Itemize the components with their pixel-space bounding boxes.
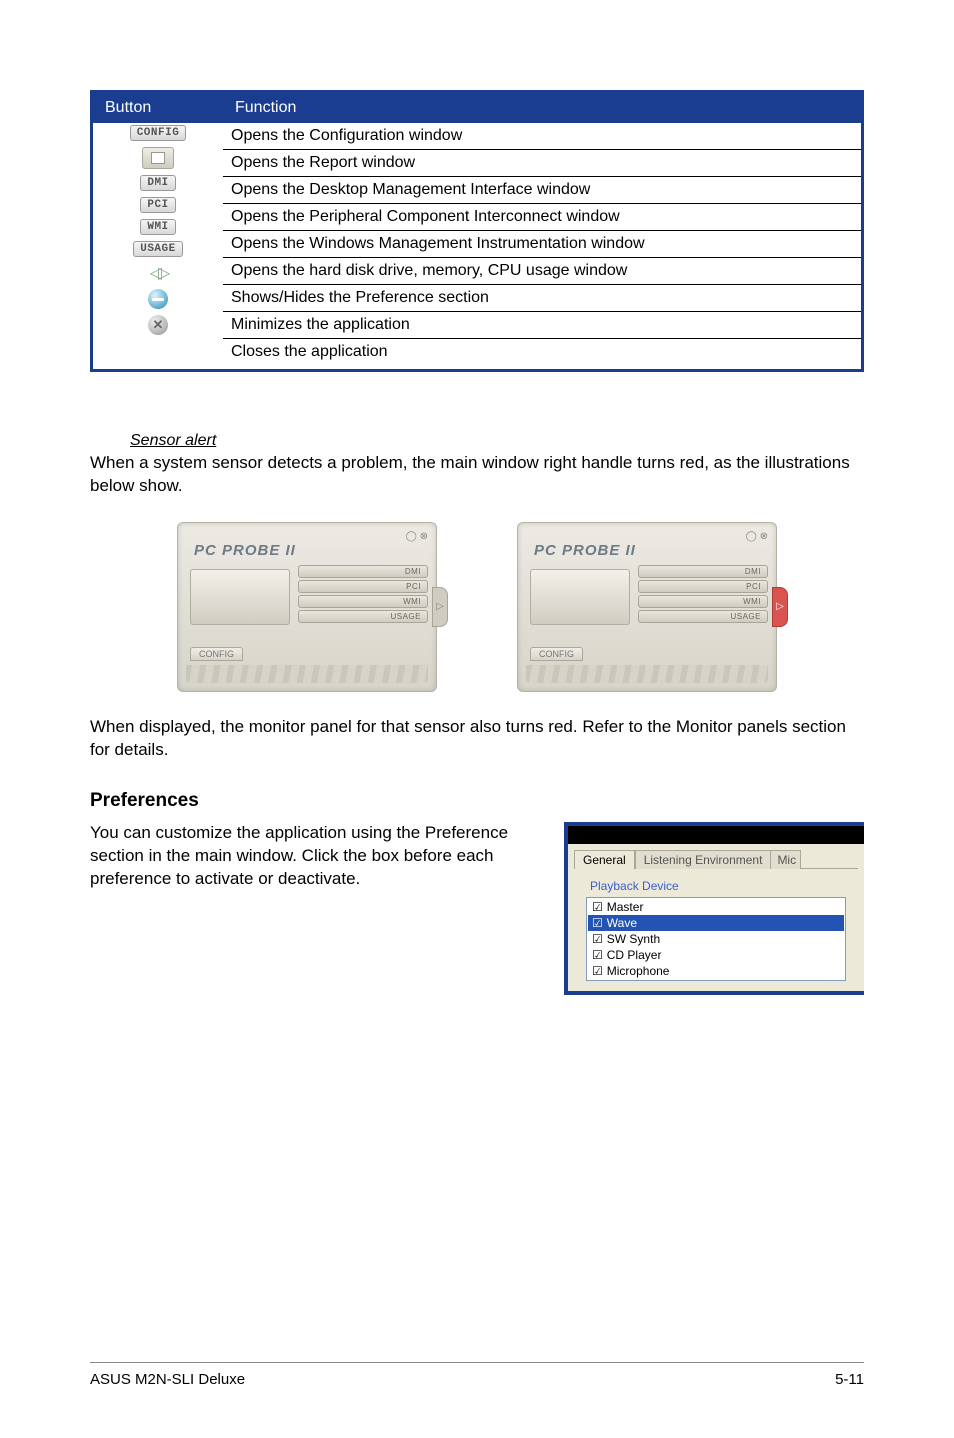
fn-usage: Opens the hard disk drive, memory, CPU u… xyxy=(223,258,861,285)
list-item-wave[interactable]: Wave xyxy=(588,915,844,931)
illustration-row: ◯ ⊗ PC PROBE II DMI PCI WMI USAGE CONFIG… xyxy=(90,522,864,692)
probe-logo xyxy=(190,569,290,625)
usage-icon: USAGE xyxy=(133,241,183,257)
button-function-table-wrapper: Button Function CONFIG DMI PCI WMI USAGE xyxy=(90,93,864,372)
probe-btn-usage: USAGE xyxy=(298,610,428,623)
probe-top-icons: ◯ ⊗ xyxy=(186,531,428,542)
group-playback-device: Playback Device xyxy=(590,879,850,893)
fn-minimize: Minimizes the application xyxy=(223,312,861,339)
header-function: Function xyxy=(223,93,861,123)
prefs-titlebar xyxy=(568,826,864,844)
list-item-microphone[interactable]: Microphone xyxy=(588,963,844,979)
tab-general[interactable]: General xyxy=(574,850,635,869)
probe-stripes-2 xyxy=(526,665,768,683)
fn-wmi: Opens the Windows Management Instrumenta… xyxy=(223,231,861,258)
probe-btn-pci-2: PCI xyxy=(638,580,768,593)
probe-handle-normal: ▷ xyxy=(432,587,448,627)
minimize-icon xyxy=(148,289,168,309)
probe-config-tab: CONFIG xyxy=(190,647,243,661)
list-item-master[interactable]: Master xyxy=(588,899,844,915)
preferences-text: You can customize the application using … xyxy=(90,822,534,995)
probe-logo-2 xyxy=(530,569,630,625)
fn-report: Opens the Report window xyxy=(223,150,861,177)
pc-probe-alert: ◯ ⊗ PC PROBE II DMI PCI WMI USAGE CONFIG… xyxy=(517,522,777,692)
probe-btn-wmi-2: WMI xyxy=(638,595,768,608)
preferences-heading: Preferences xyxy=(90,790,864,812)
fn-dmi: Opens the Desktop Management Interface w… xyxy=(223,177,861,204)
button-function-table: Button Function CONFIG DMI PCI WMI USAGE xyxy=(93,93,861,365)
expand-collapse-icon: ◁▷ xyxy=(150,263,167,283)
probe-stripes xyxy=(186,665,428,683)
close-icon: ✕ xyxy=(148,315,168,335)
config-icon: CONFIG xyxy=(130,125,187,141)
preferences-screenshot: GeneralListening EnvironmentMic Playback… xyxy=(564,822,864,995)
probe-title-right: PC PROBE II xyxy=(534,542,768,559)
sensor-alert-para2: When displayed, the monitor panel for th… xyxy=(90,716,864,762)
report-icon xyxy=(142,147,174,169)
probe-btn-dmi: DMI xyxy=(298,565,428,578)
probe-title-left: PC PROBE II xyxy=(194,542,428,559)
fn-config: Opens the Configuration window xyxy=(223,123,861,150)
playback-device-list[interactable]: Master Wave SW Synth CD Player Microphon… xyxy=(586,897,846,981)
list-item-cdplayer[interactable]: CD Player xyxy=(588,947,844,963)
fn-pci: Opens the Peripheral Component Interconn… xyxy=(223,204,861,231)
footer-right: 5-11 xyxy=(835,1371,864,1388)
probe-config-tab-2: CONFIG xyxy=(530,647,583,661)
fn-close: Closes the application xyxy=(223,339,861,366)
probe-btn-wmi: WMI xyxy=(298,595,428,608)
footer-left: ASUS M2N-SLI Deluxe xyxy=(90,1371,245,1388)
sensor-alert-heading: Sensor alert xyxy=(130,432,864,450)
header-button: Button xyxy=(93,93,223,123)
list-item-swsynth[interactable]: SW Synth xyxy=(588,931,844,947)
dmi-icon: DMI xyxy=(140,175,175,191)
sensor-alert-para1: When a system sensor detects a problem, … xyxy=(90,452,864,498)
probe-btn-pci: PCI xyxy=(298,580,428,593)
pc-probe-normal: ◯ ⊗ PC PROBE II DMI PCI WMI USAGE CONFIG… xyxy=(177,522,437,692)
tab-listening[interactable]: Listening Environment xyxy=(635,850,772,869)
probe-btn-usage-2: USAGE xyxy=(638,610,768,623)
probe-handle-red: ▷ xyxy=(772,587,788,627)
wmi-icon: WMI xyxy=(140,219,175,235)
fn-expand: Shows/Hides the Preference section xyxy=(223,285,861,312)
page-footer: ASUS M2N-SLI Deluxe 5-11 xyxy=(90,1362,864,1388)
probe-top-icons-2: ◯ ⊗ xyxy=(526,531,768,542)
pci-icon: PCI xyxy=(140,197,175,213)
probe-btn-dmi-2: DMI xyxy=(638,565,768,578)
tab-mic[interactable]: Mic xyxy=(771,850,801,869)
